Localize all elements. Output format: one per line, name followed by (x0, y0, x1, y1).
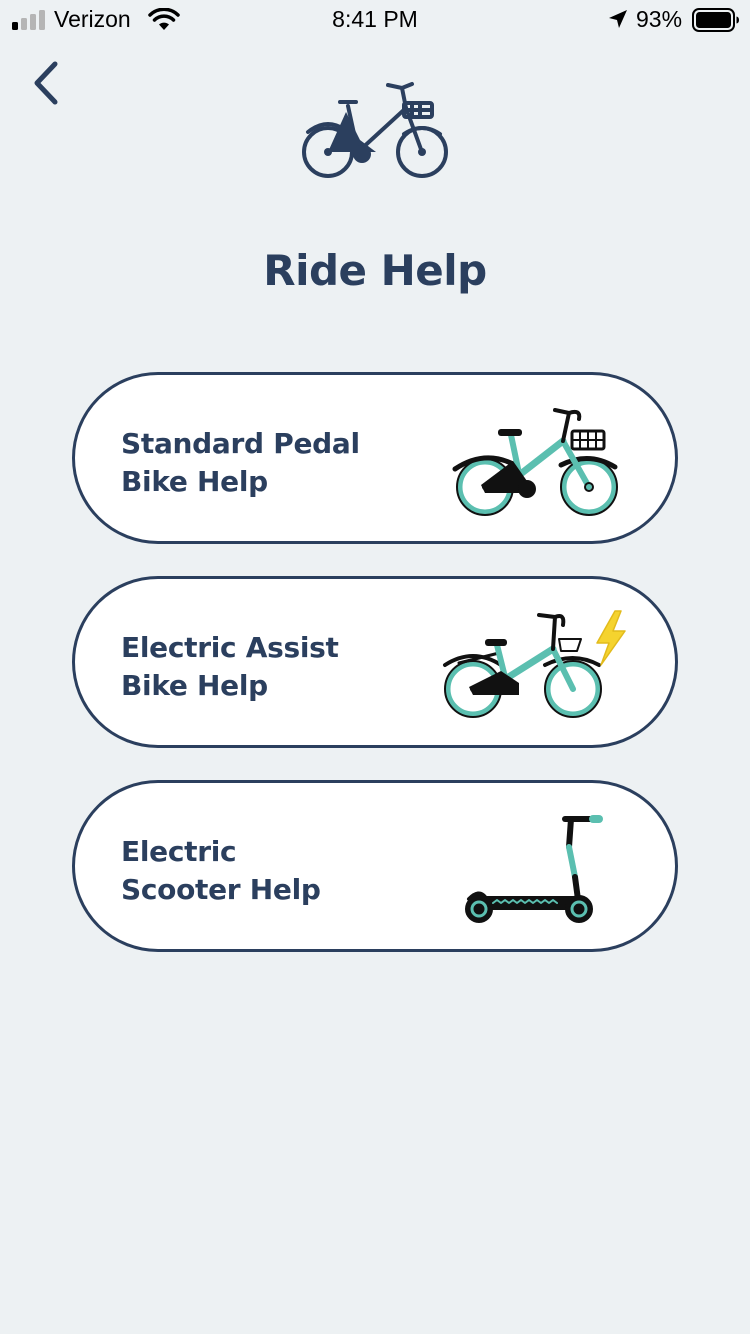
option-label-line1: Electric Assist (121, 631, 339, 664)
standard-pedal-bike-help-button[interactable]: Standard Pedal Bike Help (72, 372, 678, 544)
electric-bike-icon (443, 610, 626, 718)
electric-scooter-help-button[interactable]: Electric Scooter Help (72, 780, 678, 952)
option-label-line2: Scooter Help (121, 873, 321, 906)
electric-scooter-icon (465, 815, 603, 923)
option-label-line1: Electric (121, 835, 237, 868)
option-label: Electric Scooter Help (121, 833, 381, 909)
battery-icon (692, 8, 739, 32)
page-title: Ride Help (263, 246, 487, 295)
bike-icon (302, 82, 448, 178)
option-label: Electric Assist Bike Help (121, 629, 381, 705)
option-label: Standard Pedal Bike Help (121, 425, 381, 501)
chevron-left-icon (34, 61, 58, 105)
location-arrow-icon (609, 10, 627, 28)
electric-assist-bike-help-button[interactable]: Electric Assist Bike Help (72, 576, 678, 748)
status-bar: Verizon 8:41 PM 93% (0, 0, 750, 40)
battery-percent: 93% (636, 6, 683, 32)
option-label-line2: Bike Help (121, 465, 268, 498)
pedal-bike-icon (452, 408, 618, 516)
back-button[interactable] (22, 54, 70, 112)
option-label-line1: Standard Pedal (121, 427, 360, 460)
option-label-line2: Bike Help (121, 669, 268, 702)
